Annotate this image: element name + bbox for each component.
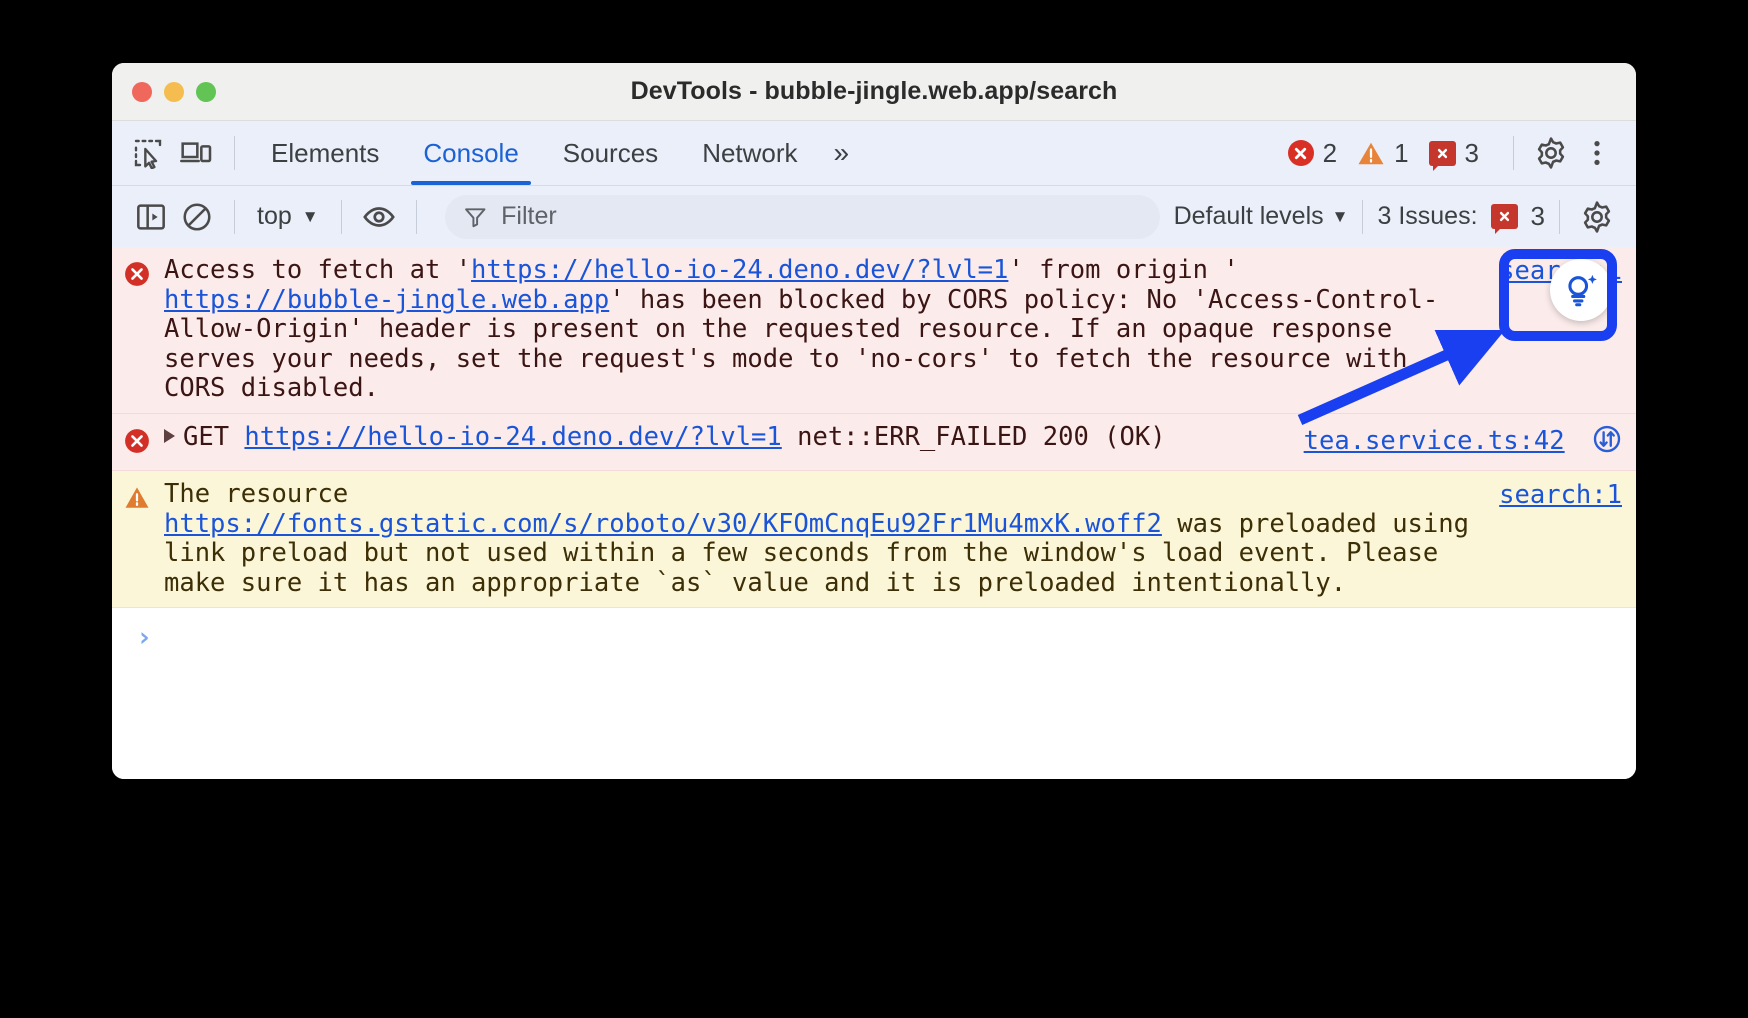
request-url-link[interactable]: https://hello-io-24.deno.dev/?lvl=1: [471, 255, 1008, 285]
console-message-text: GET https://hello-io-24.deno.dev/?lvl=1 …: [164, 423, 1288, 462]
gear-icon[interactable]: [1528, 130, 1574, 176]
error-circle-icon: [1288, 140, 1314, 166]
tab-network[interactable]: Network: [680, 121, 819, 185]
search-input[interactable]: [501, 202, 1141, 231]
warning-triangle-icon: [1357, 141, 1385, 166]
issue-bubble-icon: [1429, 141, 1456, 166]
execution-context-label: top: [257, 202, 292, 231]
warning-count: 1: [1394, 138, 1408, 169]
tab-sources[interactable]: Sources: [541, 121, 680, 185]
toolbar-divider: [234, 200, 235, 234]
toolbar-divider: [341, 200, 342, 234]
issue-bubble-icon: [1491, 204, 1518, 229]
network-transfer-icon[interactable]: [1592, 424, 1622, 462]
console-sidebar-icon[interactable]: [128, 194, 174, 240]
clear-console-icon[interactable]: [174, 194, 220, 240]
minimize-window-button[interactable]: [164, 82, 184, 102]
message-source-link[interactable]: tea.service.ts:42: [1304, 426, 1565, 456]
error-count-group[interactable]: 2: [1288, 138, 1337, 169]
console-settings-gear-icon[interactable]: [1574, 194, 1620, 240]
ask-ai-button-wrapper: [1550, 259, 1612, 321]
chevron-down-icon: ▼: [302, 207, 319, 227]
devtools-tabbar: Elements Console Sources Network » 2: [112, 121, 1636, 185]
error-circle-icon: [124, 256, 164, 404]
issues-label: 3 Issues:: [1377, 202, 1477, 231]
tab-elements[interactable]: Elements: [249, 121, 401, 185]
console-message-warning[interactable]: The resource https://fonts.gstatic.com/s…: [112, 471, 1636, 608]
filter-icon: [463, 204, 488, 230]
log-levels-label: Default levels: [1174, 202, 1324, 231]
more-tabs-button[interactable]: »: [820, 137, 864, 169]
device-toolbar-icon[interactable]: [172, 129, 220, 177]
ask-ai-button[interactable]: [1550, 259, 1612, 321]
close-window-button[interactable]: [132, 82, 152, 102]
toolbar-divider: [416, 200, 417, 234]
lightbulb-sparkle-icon: [1561, 270, 1601, 310]
console-message-text: The resource https://fonts.gstatic.com/s…: [164, 480, 1483, 598]
execution-context-selector[interactable]: top ▼: [249, 202, 327, 231]
console-message-text: Access to fetch at 'https://hello-io-24.…: [164, 256, 1483, 404]
issues-count: 3: [1465, 138, 1479, 169]
message-source-link[interactable]: search:1: [1499, 480, 1622, 598]
console-toolbar: top ▼ Default levels ▼ 3 Issues:: [112, 185, 1636, 247]
toolbar-divider: [1559, 200, 1560, 234]
toolbar-divider: [1513, 136, 1514, 170]
window-titlebar: DevTools - bubble-jingle.web.app/search: [112, 63, 1636, 121]
resource-url-link[interactable]: https://fonts.gstatic.com/s/roboto/v30/K…: [164, 509, 1162, 539]
message-source-wrapper: tea.service.ts:42: [1304, 423, 1622, 462]
window-title: DevTools - bubble-jingle.web.app/search: [112, 77, 1636, 106]
error-count: 2: [1323, 138, 1337, 169]
log-levels-selector[interactable]: Default levels ▼: [1174, 202, 1349, 231]
console-message-error[interactable]: GET https://hello-io-24.deno.dev/?lvl=1 …: [112, 414, 1636, 472]
warning-triangle-icon: [124, 480, 164, 598]
origin-url-link[interactable]: https://bubble-jingle.web.app: [164, 285, 609, 315]
console-message-list: Access to fetch at 'https://hello-io-24.…: [112, 247, 1636, 779]
inspect-element-icon[interactable]: [124, 129, 172, 177]
msg-text-part: net::ERR_FAILED 200 (OK): [782, 422, 1166, 452]
msg-text-part: ' from origin ': [1008, 255, 1238, 285]
console-message-error[interactable]: Access to fetch at 'https://hello-io-24.…: [112, 247, 1636, 414]
msg-text-part: Access to fetch at ': [164, 255, 471, 285]
more-options-icon[interactable]: [1574, 130, 1620, 176]
console-filter[interactable]: [445, 195, 1160, 239]
chevron-down-icon: ▼: [1332, 207, 1349, 227]
window-controls: [132, 82, 216, 102]
error-circle-icon: [124, 423, 164, 462]
maximize-window-button[interactable]: [196, 82, 216, 102]
request-url-link[interactable]: https://hello-io-24.deno.dev/?lvl=1: [244, 422, 781, 452]
toolbar-divider: [1362, 200, 1363, 234]
issues-button[interactable]: 3 Issues: 3: [1377, 201, 1545, 232]
warning-count-group[interactable]: 1: [1357, 138, 1408, 169]
issues-toolbar-count: 3: [1531, 201, 1545, 232]
prompt-caret-icon: ›: [136, 622, 152, 653]
tabbar-right-group: 2 1 3: [1288, 130, 1636, 176]
msg-text-part: GET: [183, 422, 244, 452]
expand-triangle-icon[interactable]: [164, 429, 175, 443]
toolbar-divider: [234, 136, 235, 170]
devtools-window: DevTools - bubble-jingle.web.app/search …: [112, 63, 1636, 779]
issues-count-group[interactable]: 3: [1429, 138, 1479, 169]
panel-tabs: Elements Console Sources Network »: [249, 121, 863, 185]
live-expression-eye-icon[interactable]: [356, 194, 402, 240]
console-prompt[interactable]: ›: [112, 608, 1636, 653]
msg-text-part: The resource: [164, 479, 348, 509]
tab-console[interactable]: Console: [401, 121, 540, 185]
